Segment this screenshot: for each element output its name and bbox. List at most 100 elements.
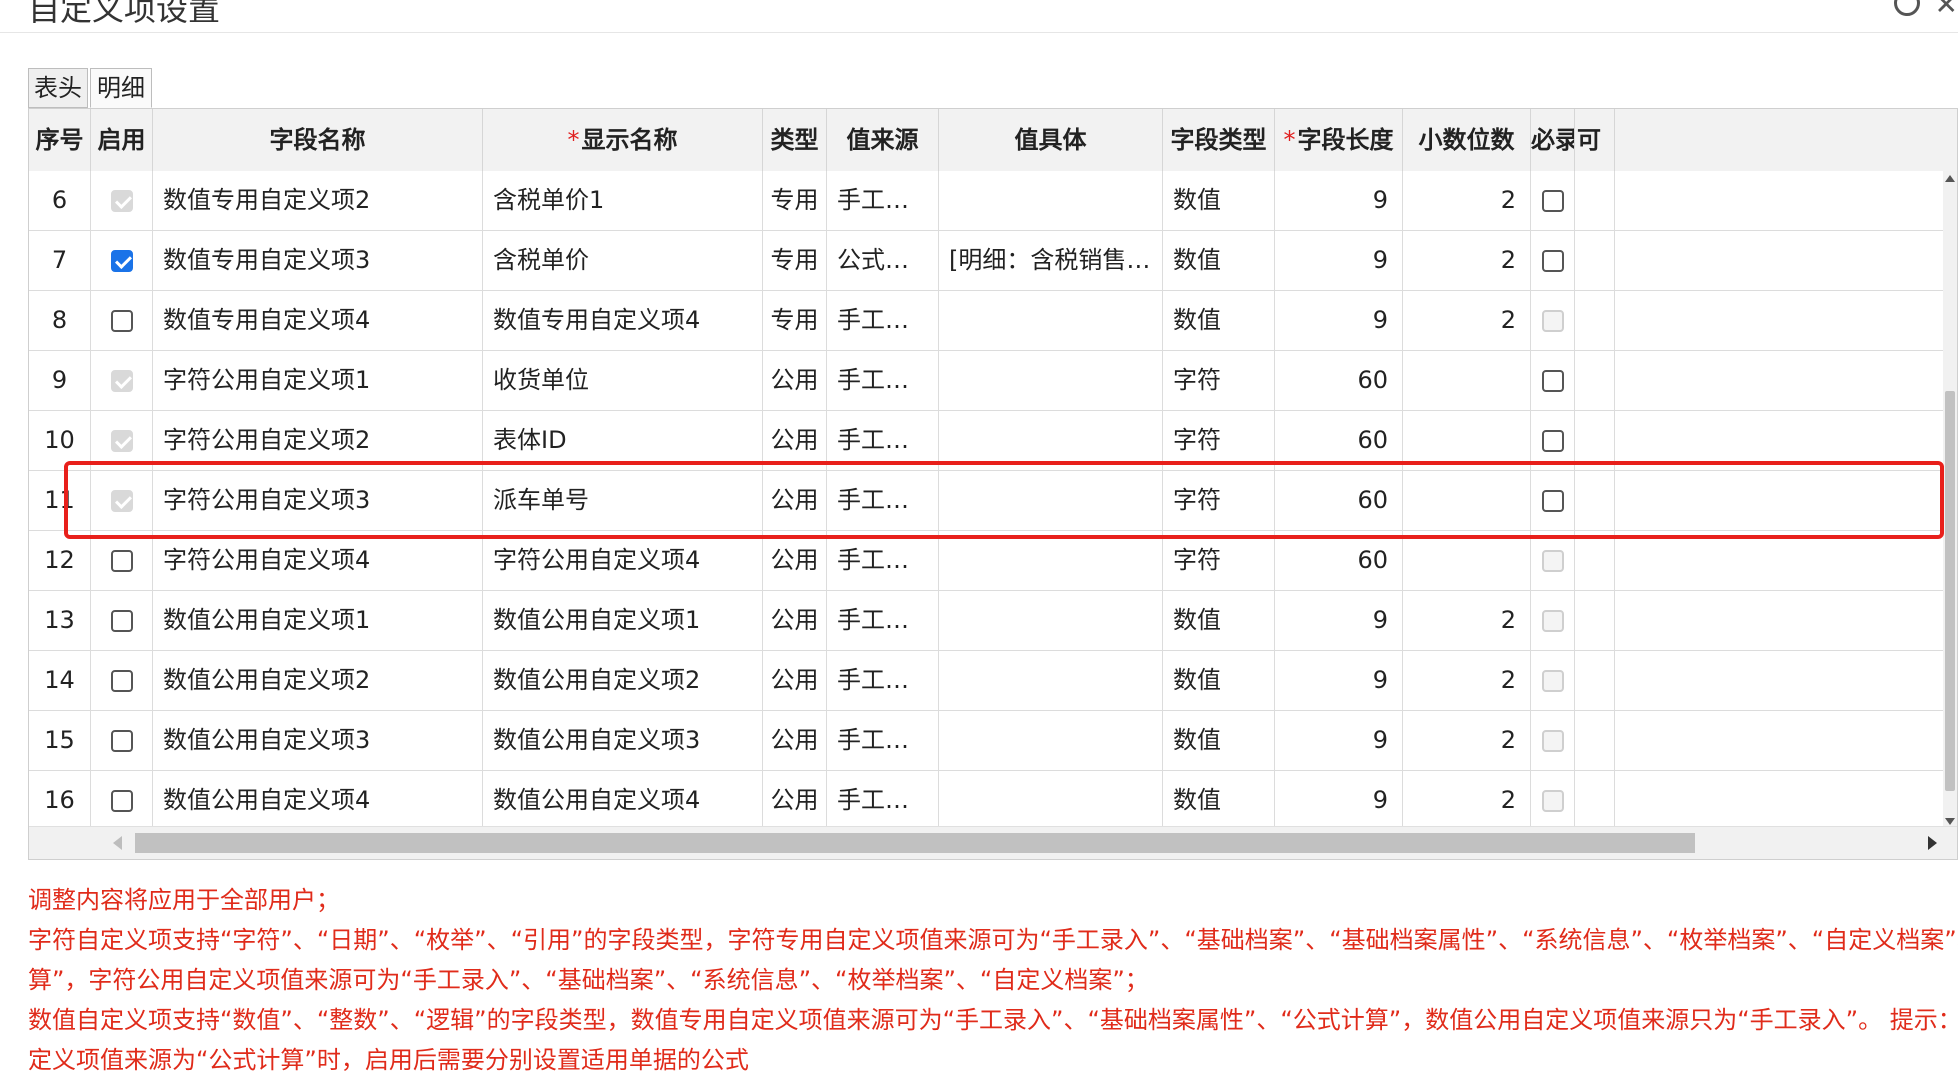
cell-decimals[interactable] <box>1403 471 1531 530</box>
cell-value-detail[interactable] <box>939 651 1163 710</box>
cell-display-name[interactable]: 数值公用自定义项4 <box>483 771 763 830</box>
cell-display-name[interactable]: 数值公用自定义项1 <box>483 591 763 650</box>
cell-value-detail[interactable] <box>939 591 1163 650</box>
scroll-down-icon[interactable] <box>1945 818 1955 825</box>
table-row[interactable]: 8 数值专用自定义项4 数值专用自定义项4 专用 手工录入 数值 9 2 <box>29 291 1957 351</box>
cell-field-length[interactable]: 60 <box>1275 531 1403 590</box>
cell-field-type[interactable]: 字符 <box>1163 351 1275 410</box>
cell-decimals[interactable]: 2 <box>1403 771 1531 830</box>
table-row[interactable]: 7 数值专用自定义项3 含税单价 专用 公式计算 [明细：含税销售金… 数值 9 2 <box>29 231 1957 291</box>
table-row[interactable]: 11 字符公用自定义项3 派车单号 公用 手工录入 字符 60 <box>29 471 1957 531</box>
cell-value-detail[interactable] <box>939 711 1163 770</box>
cell-field-type[interactable]: 数值 <box>1163 231 1275 290</box>
cell-field-length[interactable]: 9 <box>1275 291 1403 350</box>
cell-value-detail[interactable] <box>939 351 1163 410</box>
cell-display-name[interactable]: 收货单位 <box>483 351 763 410</box>
cell-field-length[interactable]: 9 <box>1275 771 1403 830</box>
table-row[interactable]: 12 字符公用自定义项4 字符公用自定义项4 公用 手工录入 字符 60 <box>29 531 1957 591</box>
cell-value-source[interactable]: 手工录入 <box>827 351 939 410</box>
cell-field-length[interactable]: 9 <box>1275 651 1403 710</box>
required-checkbox[interactable] <box>1541 490 1564 512</box>
required-checkbox[interactable] <box>1541 430 1564 452</box>
cell-field-type[interactable]: 数值 <box>1163 291 1275 350</box>
table-row[interactable]: 13 数值公用自定义项1 数值公用自定义项1 公用 手工录入 数值 9 2 <box>29 591 1957 651</box>
horizontal-scrollbar[interactable] <box>29 826 1957 859</box>
cell-decimals[interactable]: 2 <box>1403 231 1531 290</box>
scroll-right-icon[interactable] <box>1928 836 1937 850</box>
scroll-up-icon[interactable] <box>1945 175 1955 182</box>
cell-value-source[interactable]: 手工录入 <box>827 471 939 530</box>
table-row[interactable]: 16 数值公用自定义项4 数值公用自定义项4 公用 手工录入 数值 9 2 <box>29 771 1957 831</box>
cell-field-type[interactable]: 数值 <box>1163 591 1275 650</box>
table-row[interactable]: 6 数值专用自定义项2 含税单价1 专用 手工录入 数值 9 2 <box>29 171 1957 231</box>
cell-value-source[interactable]: 手工录入 <box>827 531 939 590</box>
cell-field-type[interactable]: 数值 <box>1163 171 1275 230</box>
table-row[interactable]: 15 数值公用自定义项3 数值公用自定义项3 公用 手工录入 数值 9 2 <box>29 711 1957 771</box>
enabled-checkbox[interactable] <box>110 790 133 812</box>
cell-display-name[interactable]: 派车单号 <box>483 471 763 530</box>
cell-value-source[interactable]: 手工录入 <box>827 411 939 470</box>
enabled-checkbox[interactable] <box>110 730 133 752</box>
cell-value-detail[interactable] <box>939 291 1163 350</box>
cell-field-length[interactable]: 60 <box>1275 471 1403 530</box>
table-row[interactable]: 9 字符公用自定义项1 收货单位 公用 手工录入 字符 60 <box>29 351 1957 411</box>
cell-display-name[interactable]: 数值公用自定义项2 <box>483 651 763 710</box>
cell-field-type[interactable]: 数值 <box>1163 651 1275 710</box>
cell-value-detail[interactable] <box>939 171 1163 230</box>
cell-decimals[interactable] <box>1403 531 1531 590</box>
cell-value-detail[interactable] <box>939 471 1163 530</box>
cell-value-source[interactable]: 手工录入 <box>827 771 939 830</box>
cell-decimals[interactable] <box>1403 411 1531 470</box>
cell-value-source[interactable]: 手工录入 <box>827 591 939 650</box>
enabled-checkbox[interactable] <box>110 250 133 272</box>
required-checkbox[interactable] <box>1541 190 1564 212</box>
table-row[interactable]: 14 数值公用自定义项2 数值公用自定义项2 公用 手工录入 数值 9 2 <box>29 651 1957 711</box>
cell-field-type[interactable]: 数值 <box>1163 771 1275 830</box>
cell-field-length[interactable]: 60 <box>1275 351 1403 410</box>
cell-display-name[interactable]: 含税单价1 <box>483 171 763 230</box>
cell-field-length[interactable]: 9 <box>1275 591 1403 650</box>
cell-display-name[interactable]: 数值公用自定义项3 <box>483 711 763 770</box>
cell-value-detail[interactable]: [明细：含税销售金… <box>939 231 1163 290</box>
vertical-scroll-thumb[interactable] <box>1945 391 1955 791</box>
cell-field-length[interactable]: 9 <box>1275 171 1403 230</box>
cell-value-source[interactable]: 手工录入 <box>827 711 939 770</box>
help-icon[interactable] <box>1894 0 1920 16</box>
tab-detail[interactable]: 明细 <box>90 68 152 108</box>
cell-value-detail[interactable] <box>939 531 1163 590</box>
cell-value-detail[interactable] <box>939 771 1163 830</box>
cell-display-name[interactable]: 数值专用自定义项4 <box>483 291 763 350</box>
cell-value-source[interactable]: 公式计算 <box>827 231 939 290</box>
cell-field-type[interactable]: 字符 <box>1163 531 1275 590</box>
enabled-checkbox[interactable] <box>110 550 133 572</box>
table-row[interactable]: 10 字符公用自定义项2 表体ID 公用 手工录入 字符 60 <box>29 411 1957 471</box>
cell-display-name[interactable]: 表体ID <box>483 411 763 470</box>
cell-decimals[interactable]: 2 <box>1403 651 1531 710</box>
required-checkbox[interactable] <box>1541 370 1564 392</box>
cell-field-type[interactable]: 数值 <box>1163 711 1275 770</box>
enabled-checkbox[interactable] <box>110 670 133 692</box>
scroll-left-icon[interactable] <box>113 836 122 850</box>
tab-header[interactable]: 表头 <box>28 68 88 108</box>
cell-value-detail[interactable] <box>939 411 1163 470</box>
cell-field-type[interactable]: 字符 <box>1163 411 1275 470</box>
cell-field-length[interactable]: 60 <box>1275 411 1403 470</box>
close-icon[interactable]: ✕ <box>1935 0 1958 21</box>
cell-field-length[interactable]: 9 <box>1275 711 1403 770</box>
enabled-checkbox[interactable] <box>110 610 133 632</box>
cell-decimals[interactable]: 2 <box>1403 591 1531 650</box>
cell-decimals[interactable]: 2 <box>1403 291 1531 350</box>
cell-value-source[interactable]: 手工录入 <box>827 651 939 710</box>
cell-field-length[interactable]: 9 <box>1275 231 1403 290</box>
cell-display-name[interactable]: 字符公用自定义项4 <box>483 531 763 590</box>
cell-field-type[interactable]: 字符 <box>1163 471 1275 530</box>
horizontal-scroll-thumb[interactable] <box>135 833 1695 853</box>
cell-decimals[interactable] <box>1403 351 1531 410</box>
vertical-scrollbar[interactable] <box>1943 171 1957 829</box>
cell-value-source[interactable]: 手工录入 <box>827 291 939 350</box>
required-checkbox[interactable] <box>1541 250 1564 272</box>
cell-decimals[interactable]: 2 <box>1403 711 1531 770</box>
cell-decimals[interactable]: 2 <box>1403 171 1531 230</box>
enabled-checkbox[interactable] <box>110 310 133 332</box>
cell-value-source[interactable]: 手工录入 <box>827 171 939 230</box>
